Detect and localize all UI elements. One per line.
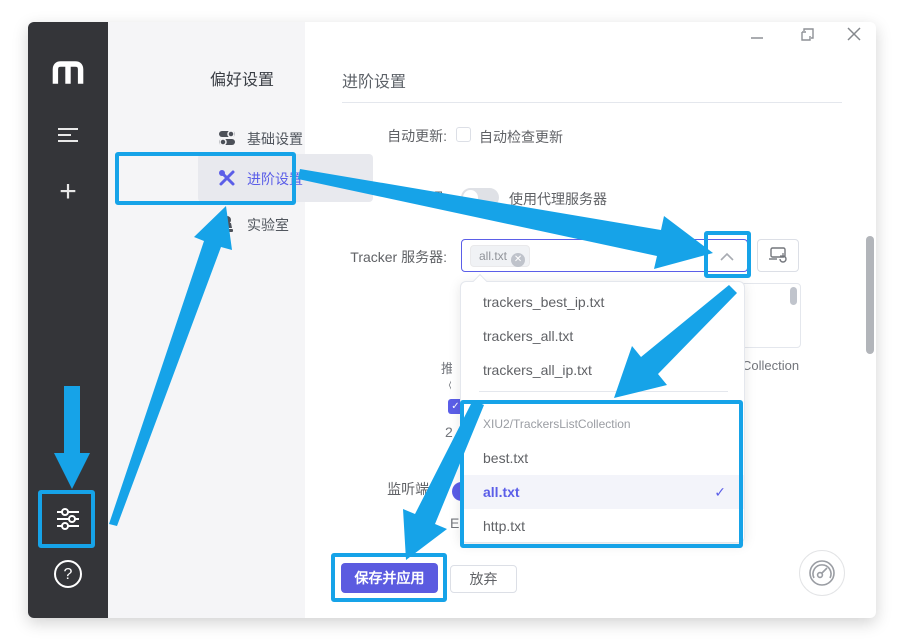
auto-update-checkbox[interactable] [456, 127, 471, 142]
tip-text-fragment: 《 [442, 375, 451, 394]
tracker-server-input[interactable]: all.txt ✕ [461, 239, 748, 272]
lab-icon [218, 215, 236, 233]
preferences-panel: 偏好设置 基础设置 进阶设置 实验室 [108, 22, 305, 618]
panel-title: 偏好设置 [210, 66, 274, 90]
maximize-button[interactable] [798, 27, 816, 45]
dropdown-option[interactable]: trackers_all.txt [461, 319, 744, 353]
content-scrollbar[interactable] [866, 236, 874, 354]
dropdown-option[interactable]: http.txt [461, 509, 744, 543]
listen-port-label: 监听端口: [282, 479, 447, 499]
tip-text-tail: Collection [742, 358, 799, 373]
dropdown-option-label: all.txt [483, 484, 520, 500]
port-text-fragment: E [450, 515, 459, 531]
app-sidebar: + ? [28, 22, 108, 618]
page-title: 进阶设置 [342, 68, 406, 92]
dropdown-group-label: XIU2/TrackersListCollection [483, 417, 631, 431]
textarea-scrollbar[interactable] [790, 287, 797, 305]
interval-fragment: 2 [445, 424, 453, 440]
dropdown-option-selected[interactable]: all.txt ✓ [461, 475, 744, 509]
tracker-tag: all.txt ✕ [470, 245, 530, 267]
tools-icon [218, 169, 236, 187]
dropdown-divider [479, 391, 728, 392]
auto-update-checkbox-label[interactable]: 自动检查更新 [479, 127, 563, 147]
app-window: + ? 偏好设置 基础设置 进阶设置 实验室 [28, 22, 876, 618]
sync-trackers-button[interactable] [757, 239, 799, 272]
tracker-label: Tracker 服务器: [282, 247, 447, 267]
dropdown-option[interactable]: trackers_best_ip.txt [461, 285, 744, 319]
divider [342, 102, 842, 103]
speed-limit-button[interactable] [799, 550, 845, 596]
help-icon[interactable]: ? [28, 560, 108, 588]
save-and-apply-button[interactable]: 保存并应用 [341, 563, 438, 593]
dropdown-option[interactable]: trackers_all_ip.txt [461, 353, 744, 387]
collapse-chevron-icon[interactable] [719, 250, 735, 268]
close-button[interactable] [845, 26, 863, 44]
tracker-dropdown: trackers_best_ip.txt trackers_all.txt tr… [460, 281, 745, 543]
preferences-icon[interactable] [28, 504, 108, 539]
minimize-button[interactable] [748, 29, 766, 47]
auto-update-label: 自动更新: [282, 126, 447, 146]
sidebar-item-label: 实验室 [247, 215, 289, 235]
motrix-logo [28, 60, 108, 91]
sidebar-item-label: 进阶设置 [247, 169, 303, 189]
check-icon: ✓ [714, 475, 726, 509]
add-task-icon[interactable]: + [28, 175, 108, 209]
tracker-tag-label: all.txt [479, 249, 507, 263]
toggles-icon [218, 129, 236, 147]
proxy-toggle-label: 使用代理服务器 [509, 189, 607, 209]
tag-close-icon[interactable]: ✕ [511, 253, 525, 267]
proxy-label: 代理: [282, 188, 447, 208]
task-list-icon[interactable] [28, 125, 108, 150]
dropdown-option[interactable]: best.txt [461, 441, 744, 475]
discard-button[interactable]: 放弃 [450, 565, 517, 593]
toggle-knob [463, 190, 478, 205]
proxy-toggle[interactable] [461, 188, 499, 207]
